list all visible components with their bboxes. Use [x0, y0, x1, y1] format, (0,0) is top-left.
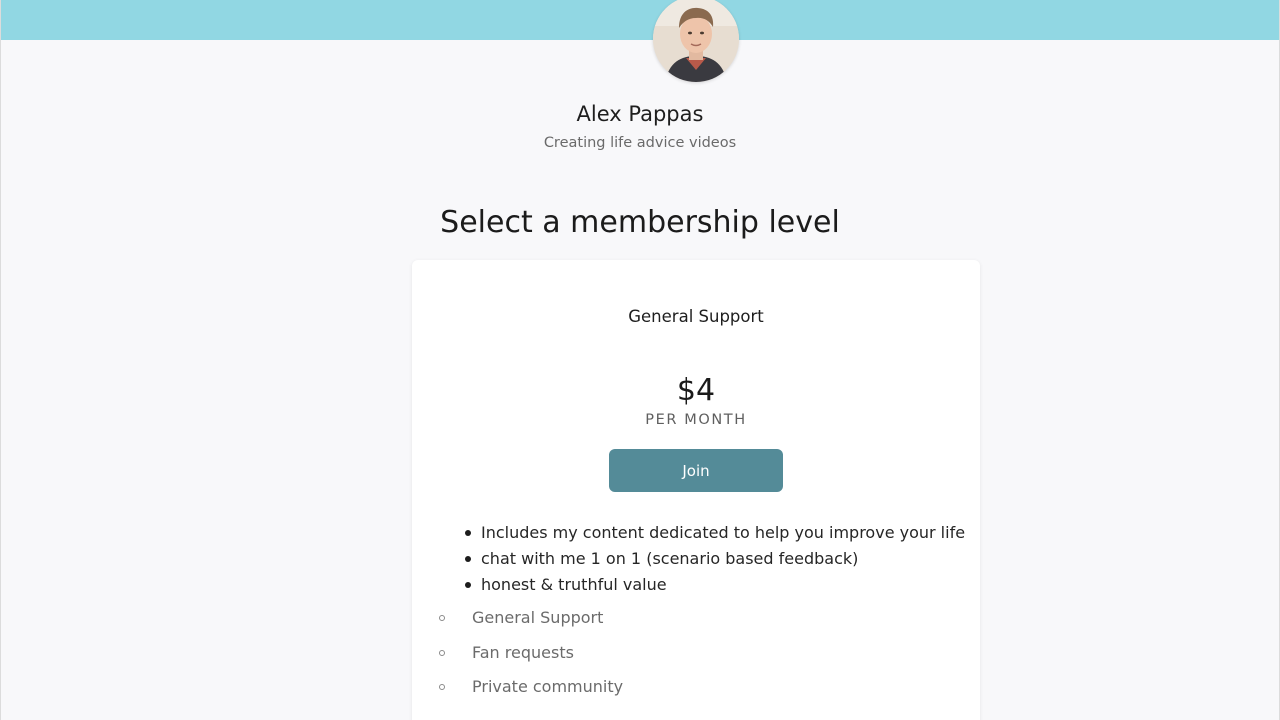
- list-item: honest & truthful value: [464, 572, 965, 598]
- benefit-text: chat with me 1 on 1 (scenario based feed…: [481, 549, 859, 568]
- bullet-icon: [465, 582, 471, 588]
- benefit-text: honest & truthful value: [481, 575, 667, 594]
- creator-tagline: Creating life advice videos: [543, 135, 737, 151]
- membership-page: Alex Pappas Creating life advice videos …: [0, 0, 1280, 720]
- bullet-icon: [465, 556, 471, 562]
- header-banner: [1, 0, 1279, 40]
- tier-name: General Support: [628, 307, 764, 326]
- membership-tier-card: General Support $4 PER MONTH Join Includ…: [412, 260, 980, 720]
- list-item: Includes my content dedicated to help yo…: [464, 520, 965, 546]
- bullet-icon: [465, 530, 471, 536]
- benefits-list: Includes my content dedicated to help yo…: [464, 520, 965, 598]
- perk-text: General Support: [472, 608, 604, 627]
- list-item: Fan requests: [439, 640, 623, 675]
- perks-list: General Support Fan requests Private com…: [439, 605, 623, 709]
- creator-name: Alex Pappas: [576, 102, 704, 126]
- circle-bullet-icon: [439, 684, 445, 690]
- tier-price: $4: [676, 373, 716, 408]
- circle-bullet-icon: [439, 615, 445, 621]
- join-button[interactable]: Join: [609, 449, 783, 492]
- list-item: Private community: [439, 674, 623, 709]
- benefit-text: Includes my content dedicated to help yo…: [481, 523, 966, 542]
- circle-bullet-icon: [439, 649, 445, 656]
- perk-text: Private community: [472, 677, 624, 696]
- list-item: chat with me 1 on 1 (scenario based feed…: [464, 546, 965, 572]
- avatar-portrait: [653, 0, 739, 82]
- page-title: Select a membership level: [440, 205, 840, 240]
- list-item: General Support: [439, 605, 623, 640]
- avatar: [653, 0, 739, 82]
- price-period: PER MONTH: [645, 412, 747, 428]
- perk-text: Fan requests: [472, 642, 574, 662]
